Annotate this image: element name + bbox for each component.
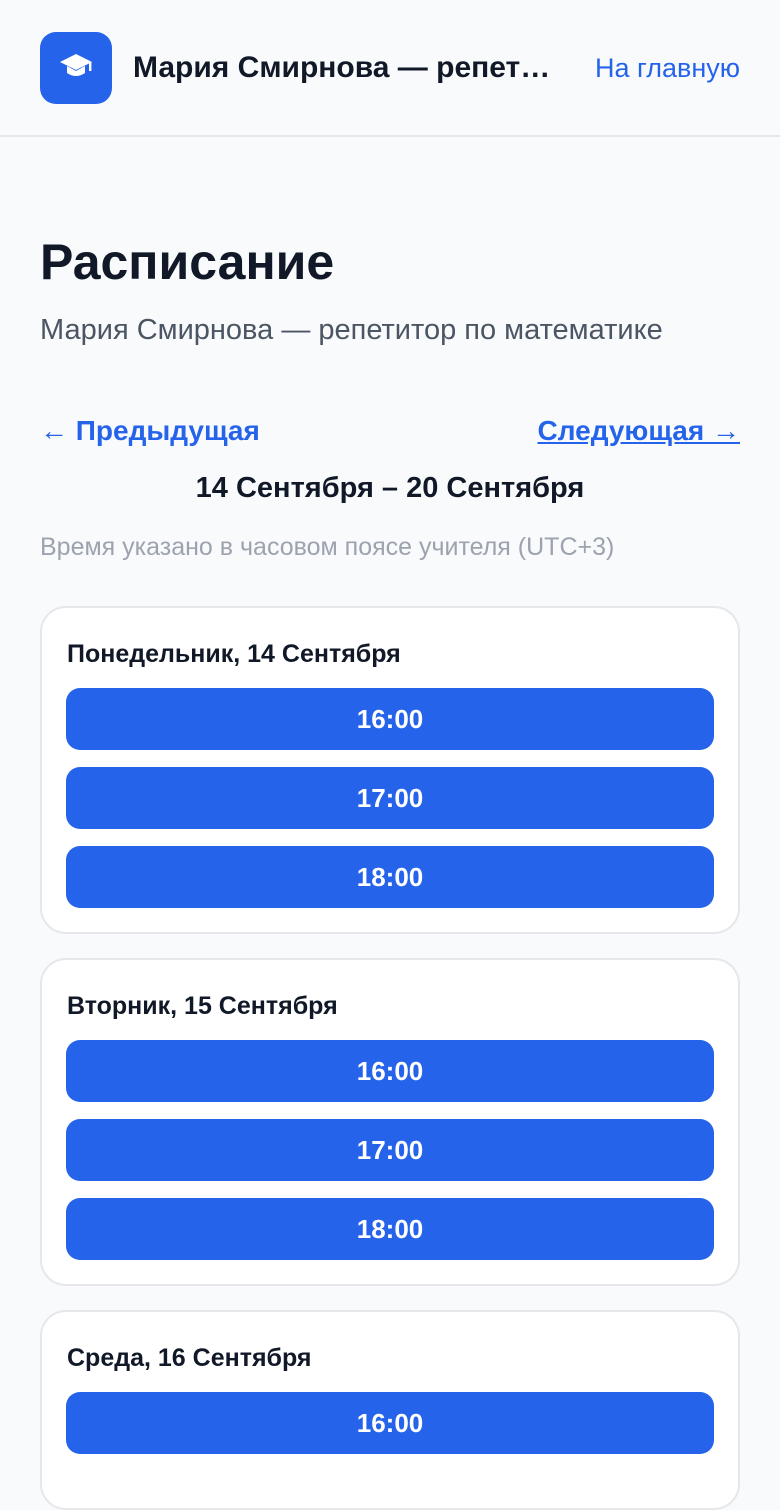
logo[interactable] xyxy=(40,32,112,104)
day-card-tuesday: Вторник, 15 Сентября 16:00 17:00 18:00 xyxy=(40,958,740,1286)
page-subtitle: Мария Смирнова — репетитор по математике xyxy=(40,314,663,346)
next-week-link[interactable]: Следующая → xyxy=(538,411,740,451)
week-range: 14 Сентября – 20 Сентября xyxy=(195,472,585,504)
day-card-monday: Понедельник, 14 Сентября 16:00 17:00 18:… xyxy=(40,606,740,934)
day-title: Вторник, 15 Сентября xyxy=(67,992,338,1020)
time-slot-button[interactable]: 17:00 xyxy=(66,767,714,829)
site-title: Мария Смирнова — репетитор по математике xyxy=(133,51,553,84)
time-slot-button[interactable]: 16:00 xyxy=(66,1392,714,1454)
graduation-cap-icon xyxy=(59,52,93,85)
day-title: Понедельник, 14 Сентября xyxy=(67,640,401,668)
day-title: Среда, 16 Сентября xyxy=(67,1344,312,1372)
page-title: Расписание xyxy=(40,234,335,290)
site-header: Мария Смирнова — репетитор по математике… xyxy=(0,0,780,137)
home-link[interactable]: На главную xyxy=(595,46,740,90)
time-slot-button[interactable]: 18:00 xyxy=(66,1198,714,1260)
day-card-wednesday: Среда, 16 Сентября 16:00 xyxy=(40,1310,740,1510)
time-slot-button[interactable]: 16:00 xyxy=(66,1040,714,1102)
time-slot-button[interactable]: 16:00 xyxy=(66,688,714,750)
time-slot-button[interactable]: 18:00 xyxy=(66,846,714,908)
timezone-note: Время указано в часовом поясе учителя (U… xyxy=(40,533,615,561)
time-slot-button[interactable]: 17:00 xyxy=(66,1119,714,1181)
previous-week-link[interactable]: ← Предыдущая xyxy=(40,411,260,451)
